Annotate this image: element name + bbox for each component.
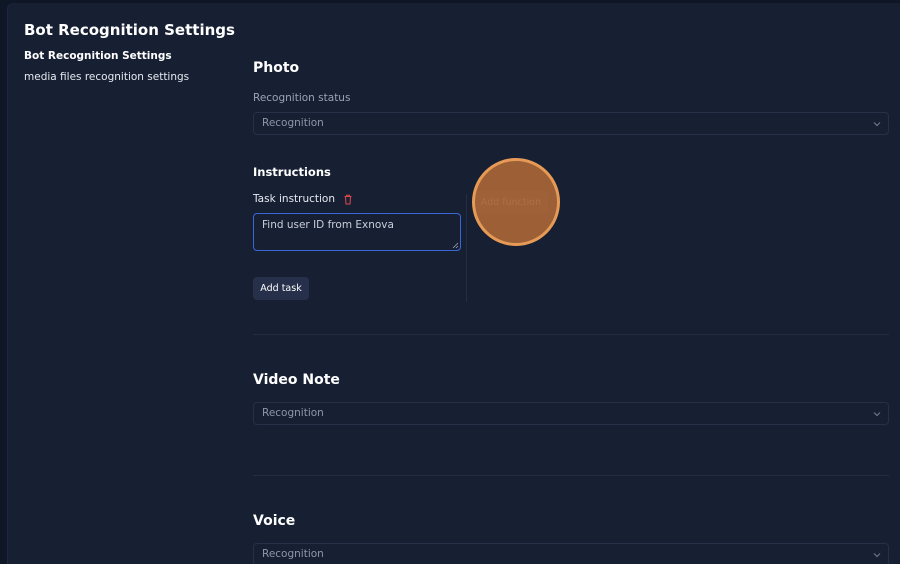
- add-function-button[interactable]: Add function: [474, 191, 548, 214]
- photo-section-title: Photo: [253, 60, 300, 76]
- voice-section-title: Voice: [253, 513, 296, 529]
- sidebar-nav: Bot Recognition Settings media files rec…: [24, 49, 189, 91]
- resize-handle-icon[interactable]: [452, 242, 459, 249]
- video-note-section-title: Video Note: [253, 372, 340, 388]
- section-divider: [253, 334, 889, 335]
- task-instruction-value: Find user ID from Exnova: [262, 219, 394, 231]
- settings-window: Bot Recognition Settings Bot Recognition…: [7, 3, 900, 564]
- photo-recognition-select[interactable]: Recognition: [253, 112, 889, 135]
- trash-icon[interactable]: [343, 194, 353, 205]
- chevron-down-icon: [873, 122, 881, 127]
- chevron-down-icon: [873, 412, 881, 417]
- video-note-recognition-select[interactable]: Recognition: [253, 402, 889, 425]
- recognition-status-label: Recognition status: [253, 92, 351, 104]
- section-divider: [253, 475, 889, 476]
- chevron-down-icon: [873, 553, 881, 558]
- task-instruction-textarea[interactable]: Find user ID from Exnova: [253, 213, 461, 251]
- sidebar-item-bot-recognition-settings[interactable]: Bot Recognition Settings: [24, 49, 189, 70]
- photo-recognition-value: Recognition: [262, 117, 324, 129]
- instructions-title: Instructions: [253, 165, 331, 179]
- page-title: Bot Recognition Settings: [24, 21, 235, 39]
- voice-recognition-select[interactable]: Recognition: [253, 543, 889, 564]
- add-task-button[interactable]: Add task: [253, 277, 309, 300]
- column-divider: [466, 194, 467, 302]
- sidebar-item-media-files-recognition[interactable]: media files recognition settings: [24, 70, 189, 91]
- voice-recognition-value: Recognition: [262, 548, 324, 560]
- task-instruction-label: Task instruction: [253, 193, 336, 205]
- video-note-recognition-value: Recognition: [262, 407, 324, 419]
